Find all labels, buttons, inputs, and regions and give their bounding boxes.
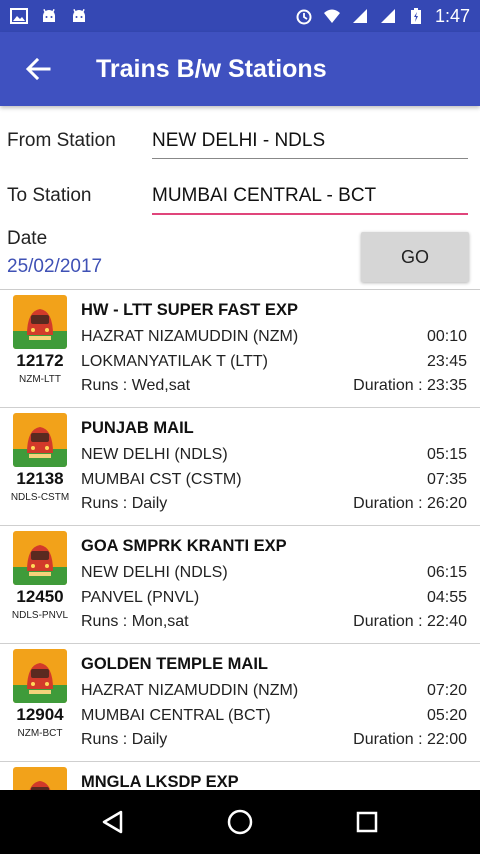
nav-home-button[interactable] xyxy=(210,792,270,852)
train-route-code: NDLS-PNVL xyxy=(11,610,69,621)
triangle-back-icon xyxy=(103,810,123,834)
train-icon xyxy=(13,767,67,790)
square-recents-icon xyxy=(356,811,377,833)
arrival-row: LOKMANYATILAK T (LTT) 23:45 xyxy=(81,353,467,371)
destination-station: MUMBAI CENTRAL (BCT) xyxy=(81,707,271,724)
duration: Duration : 26:20 xyxy=(353,495,467,512)
train-name: MNGLA LKSDP EXP xyxy=(81,773,239,790)
runs-row: Runs : Daily Duration : 22:00 xyxy=(81,731,467,749)
arrival-row: MUMBAI CST (CSTM) 07:35 xyxy=(81,471,467,489)
train-logo xyxy=(13,649,67,703)
train-item[interactable]: 12904 NZM-BCT GOLDEN TEMPLE MAIL HAZRAT … xyxy=(0,644,480,762)
arrival-time: 04:55 xyxy=(426,589,467,606)
android-icon xyxy=(43,8,55,22)
system-icons: 1:47 xyxy=(295,6,470,27)
nav-back-button[interactable] xyxy=(83,792,143,852)
train-number: 12172 xyxy=(16,351,64,370)
duration: Duration : 23:35 xyxy=(353,377,467,394)
departure-row: NEW DELHI (NDLS) 06:15 xyxy=(81,564,467,582)
train-route-code: NZM-BCT xyxy=(17,728,63,739)
destination-station: MUMBAI CST (CSTM) xyxy=(81,471,242,488)
arrival-time: 07:35 xyxy=(426,471,467,488)
go-button[interactable]: GO xyxy=(361,232,469,282)
arrival-row: MUMBAI CENTRAL (BCT) 05:20 xyxy=(81,707,467,725)
runs-row: Runs : Wed,sat Duration : 23:35 xyxy=(81,377,467,395)
train-list[interactable]: 12172 NZM-LTT HW - LTT SUPER FAST EXP HA… xyxy=(0,289,480,790)
arrival-row: PANVEL (PNVL) 04:55 xyxy=(81,589,467,607)
train-name: GOA SMPRK KRANTI EXP xyxy=(81,537,287,555)
train-icon xyxy=(13,531,67,585)
train-name: PUNJAB MAIL xyxy=(81,419,194,437)
signal-icon xyxy=(380,9,395,23)
clock: 1:47 xyxy=(434,5,470,26)
date-label: Date xyxy=(7,228,48,249)
runs-row: Runs : Mon,sat Duration : 22:40 xyxy=(81,613,467,631)
status-bar: 1:47 xyxy=(0,0,480,32)
source-station: HAZRAT NIZAMUDDIN (NZM) xyxy=(81,682,299,699)
train-icon xyxy=(13,295,67,349)
run-days: Runs : Daily xyxy=(81,495,168,512)
departure-row: HAZRAT NIZAMUDDIN (NZM) 07:20 xyxy=(81,682,467,700)
nav-recents-button[interactable] xyxy=(337,792,397,852)
departure-row: HAZRAT NIZAMUDDIN (NZM) 00:10 xyxy=(81,328,467,346)
battery-icon xyxy=(410,8,421,24)
train-item[interactable]: 12450 NDLS-PNVL GOA SMPRK KRANTI EXP NEW… xyxy=(0,526,480,644)
arrival-time: 05:20 xyxy=(426,707,467,724)
arrow-back-icon xyxy=(25,58,51,80)
wifi-icon xyxy=(323,9,340,23)
train-name: GOLDEN TEMPLE MAIL xyxy=(81,655,268,673)
departure-time: 00:10 xyxy=(426,328,467,345)
duration: Duration : 22:40 xyxy=(353,613,467,630)
page-title: Trains B/w Stations xyxy=(96,54,327,83)
train-logo xyxy=(13,767,67,790)
departure-row: NEW DELHI (NDLS) 05:15 xyxy=(81,446,467,464)
source-station: NEW DELHI (NDLS) xyxy=(81,564,228,581)
image-icon xyxy=(10,8,28,24)
departure-time: 06:15 xyxy=(426,564,467,581)
circle-home-icon xyxy=(227,809,253,835)
to-station-label: To Station xyxy=(7,185,92,206)
source-station: HAZRAT NIZAMUDDIN (NZM) xyxy=(81,328,299,345)
from-station-label: From Station xyxy=(7,130,116,151)
train-item[interactable]: MNGLA LKSDP EXP xyxy=(0,762,480,790)
back-button[interactable] xyxy=(0,32,76,106)
destination-station: LOKMANYATILAK T (LTT) xyxy=(81,353,268,370)
train-number: 12904 xyxy=(16,705,64,724)
train-number: 12450 xyxy=(16,587,64,606)
run-days: Runs : Mon,sat xyxy=(81,613,189,630)
app-bar: Trains B/w Stations xyxy=(0,32,480,106)
duration: Duration : 22:00 xyxy=(353,731,467,748)
train-number: 12138 xyxy=(16,469,64,488)
navigation-bar xyxy=(0,790,480,854)
runs-row: Runs : Daily Duration : 26:20 xyxy=(81,495,467,513)
from-station-input[interactable]: NEW DELHI - NDLS xyxy=(152,130,468,159)
departure-time: 05:15 xyxy=(426,446,467,463)
notification-icons xyxy=(10,7,88,25)
train-icon xyxy=(13,649,67,703)
train-logo xyxy=(13,413,67,467)
destination-station: PANVEL (PNVL) xyxy=(81,589,200,606)
departure-time: 07:20 xyxy=(426,682,467,699)
train-logo xyxy=(13,295,67,349)
run-days: Runs : Daily xyxy=(81,731,168,748)
date-value[interactable]: 25/02/2017 xyxy=(7,256,102,278)
arrival-time: 23:45 xyxy=(426,353,467,370)
signal-icon xyxy=(352,9,367,23)
train-logo xyxy=(13,531,67,585)
alarm-icon xyxy=(296,9,312,25)
run-days: Runs : Wed,sat xyxy=(81,377,191,394)
train-name: HW - LTT SUPER FAST EXP xyxy=(81,301,298,319)
train-route-code: NDLS-CSTM xyxy=(10,492,70,503)
to-station-input[interactable]: MUMBAI CENTRAL - BCT xyxy=(152,185,468,215)
source-station: NEW DELHI (NDLS) xyxy=(81,446,228,463)
train-icon xyxy=(13,413,67,467)
train-item[interactable]: 12138 NDLS-CSTM PUNJAB MAIL NEW DELHI (N… xyxy=(0,408,480,526)
android-icon xyxy=(73,8,85,22)
train-route-code: NZM-LTT xyxy=(18,374,62,385)
train-item[interactable]: 12172 NZM-LTT HW - LTT SUPER FAST EXP HA… xyxy=(0,290,480,408)
